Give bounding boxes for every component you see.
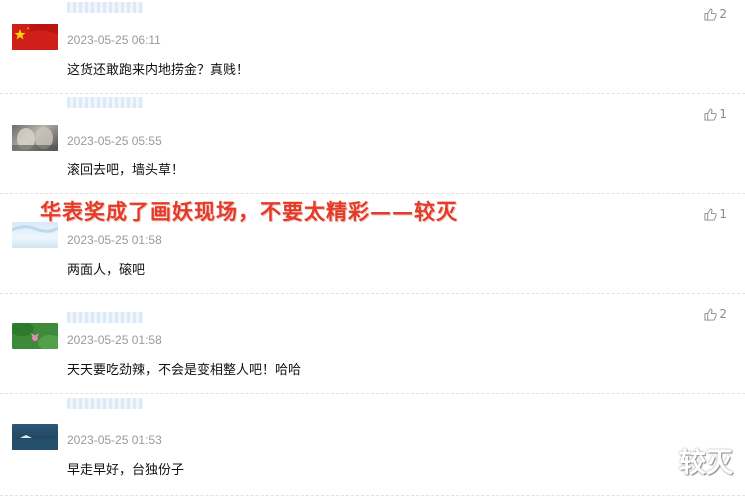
like-button[interactable]: 2 — [704, 307, 727, 321]
blurred-username — [67, 2, 143, 13]
comment-time: 2023-05-25 06:11 — [67, 33, 161, 47]
overlay-banner-text: 华表奖成了画妖现场，不要太精彩——较灭 — [40, 199, 458, 224]
comment-text: 滚回去吧，墙头草！ — [67, 163, 185, 178]
comment-item: 2023-05-25 06:11 这货还敢跑来内地捞金？真贱！ 2 — [0, 0, 745, 94]
flag-avatar[interactable] — [12, 24, 58, 50]
comment-text: 这货还敢跑来内地捞金？真贱！ — [67, 63, 250, 78]
comment-time: 2023-05-25 01:53 — [67, 433, 162, 447]
like-button[interactable]: 1 — [704, 107, 727, 121]
blurred-username — [67, 97, 143, 108]
comment-time: 2023-05-25 01:58 — [67, 233, 162, 247]
comment-item: 2023-05-25 01:53 早走早好，台独份子 — [0, 394, 745, 496]
like-count: 1 — [719, 207, 727, 221]
thumbs-up-icon — [704, 307, 718, 321]
watermark-logo: 较灭 — [679, 448, 733, 479]
like-button[interactable]: 1 — [704, 207, 727, 221]
photo-avatar[interactable] — [12, 125, 58, 151]
comment-time: 2023-05-25 01:58 — [67, 333, 162, 347]
sea-avatar[interactable] — [12, 424, 58, 450]
like-count: 1 — [719, 107, 727, 121]
blurred-username — [67, 312, 143, 323]
comment-text: 天天要吃劲辣，不会是变相整人吧！哈哈 — [67, 363, 302, 378]
comment-text: 早走早好，台独份子 — [67, 463, 185, 478]
thumbs-up-icon — [704, 7, 718, 21]
blurred-username — [67, 398, 143, 409]
like-count: 2 — [719, 7, 727, 21]
comment-item: 2023-05-25 05:55 滚回去吧，墙头草！ 1 — [0, 94, 745, 194]
like-count: 2 — [719, 307, 727, 321]
lotus-avatar[interactable] — [12, 323, 58, 349]
comment-text: 两面人，磙吧 — [67, 263, 146, 278]
like-button[interactable]: 2 — [704, 7, 727, 21]
comment-time: 2023-05-25 05:55 — [67, 134, 162, 148]
thumbs-up-icon — [704, 207, 718, 221]
comment-item: 2023-05-25 01:58 天天要吃劲辣，不会是变相整人吧！哈哈 2 — [0, 294, 745, 394]
thumbs-up-icon — [704, 107, 718, 121]
